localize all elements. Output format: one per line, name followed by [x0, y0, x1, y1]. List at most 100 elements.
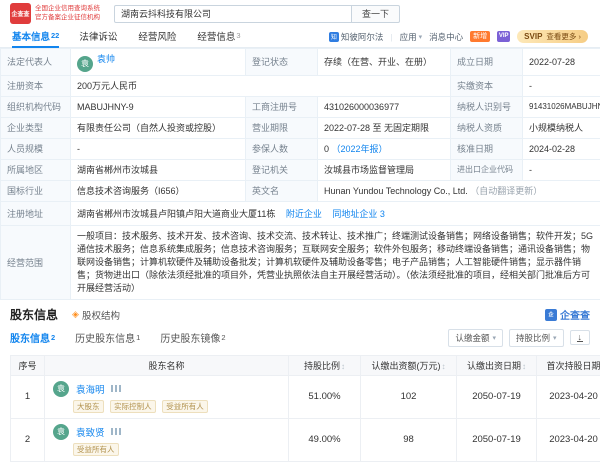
chevron-down-icon: ▾ — [552, 334, 557, 342]
field-value-reg-status: 存续（在营、开业、在册） — [317, 48, 451, 76]
filter-amount-button[interactable]: 认缴金额 ▾ — [448, 328, 503, 347]
tag-major-shareholder: 大股东 — [73, 399, 104, 413]
col-amount-label: 认缴出资额(万元) — [371, 360, 441, 371]
field-label-insured: 参保人数 — [245, 137, 318, 160]
tab-shareholders-current[interactable]: 股东信息2 — [10, 330, 55, 345]
tab-legal[interactable]: 法律诉讼 — [79, 26, 118, 48]
field-label-biz-term: 营业期限 — [245, 116, 318, 139]
tab-shareholders-history-label: 历史股东信息 — [75, 334, 136, 345]
legal-rep-avatar[interactable]: 袁 — [77, 55, 93, 72]
shareholder-avatar[interactable]: 袁 — [53, 423, 69, 440]
tab-basic-info-count: 22 — [51, 30, 60, 40]
tab-shareholders-mirror[interactable]: 历史股东镜像2 — [160, 330, 225, 345]
tag-beneficial-owner: 受益所有人 — [73, 442, 119, 456]
section-nav: 基本信息22 法律诉讼 经营风险 经营信息3 知 知彼阿尔法 | 应用 ▾ 消息… — [0, 26, 600, 48]
field-label-reg-status: 登记状态 — [245, 48, 318, 76]
tab-shareholders-history[interactable]: 历史股东信息1 — [75, 330, 140, 345]
en-name-text: Hunan Yundou Technology Co., Ltd. — [324, 186, 468, 196]
legal-rep-name-link[interactable]: 袁帅 — [97, 54, 115, 64]
shareholder-name-link[interactable]: 袁致贤 — [76, 425, 105, 439]
tab-risk[interactable]: 经营风险 — [138, 26, 177, 48]
qcc-logo-icon[interactable]: 企查查 — [10, 3, 31, 24]
en-name-note: （自动翻译更新） — [470, 186, 543, 196]
col-date-label: 认缴出资日期 — [466, 360, 521, 371]
filter-amount-label: 认缴金额 — [455, 332, 490, 343]
sort-icon[interactable]: ↕ — [442, 362, 446, 371]
col-amount[interactable]: 认缴出资额(万元)↕ — [360, 354, 457, 376]
field-label-reg-capital: 注册资本 — [0, 74, 71, 97]
field-label-scope: 经营范围 — [0, 224, 71, 300]
search-input[interactable] — [114, 4, 352, 23]
zhibi-alpha-link[interactable]: 知 知彼阿尔法 — [328, 31, 383, 43]
qcc-watermark: 企 企查查 — [545, 307, 590, 322]
brand-tagline: 全国企业信用查询系统 官方备案企业征信机构 — [35, 5, 100, 22]
field-value-scope: 一般项目：技术服务、技术开发、技术咨询、技术交流、技术转让、技术推广；终端测试设… — [70, 224, 600, 300]
field-label-tax-id: 纳税人识别号 — [450, 95, 523, 118]
sort-icon[interactable]: ↕ — [341, 362, 345, 371]
shareholder-row: 2 袁 袁致贤 受益所有人 49.00% 98 2050-07-19 2023-… — [10, 417, 600, 462]
field-value-reg-capital: 200万元人民币 — [70, 74, 451, 97]
zhibi-icon: 知 — [328, 31, 339, 42]
shareholder-avatar[interactable]: 袁 — [53, 380, 69, 397]
sort-icon[interactable]: ↕ — [522, 362, 526, 371]
field-value-tax-qual: 小规模纳税人 — [522, 116, 600, 139]
insured-annual-report-link[interactable]: （2022年报） — [332, 144, 388, 154]
col-ratio[interactable]: 持股比例↕ — [288, 354, 361, 376]
message-center-link[interactable]: 消息中心 — [429, 31, 463, 43]
col-first-date: 首次持股日期 — [536, 354, 600, 376]
shareholders-section: 股东信息 ◈ 股权结构 企 企查查 股东信息2 历史股东信息1 历史股东镜像2 … — [0, 300, 600, 462]
col-name: 股东名称 — [44, 354, 289, 376]
svip-more-label: 查看更多 › — [546, 32, 581, 41]
company-info-table: 法定代表人 袁袁帅 登记状态 存续（在营、开业、在册） 成立日期 2022-07… — [0, 48, 600, 300]
field-label-industry: 国标行业 — [0, 179, 71, 202]
shareholder-first-date: 2023-04-20 — [536, 374, 600, 419]
new-badge: 新增 — [470, 31, 491, 42]
field-value-insured: 0 （2022年报） — [317, 137, 451, 160]
apps-label: 应用 — [399, 31, 417, 42]
shareholder-name-link[interactable]: 袁海明 — [76, 382, 105, 396]
field-value-biz-reg-no: 431026000036977 — [317, 95, 451, 118]
business-scope-text: 一般项目：技术服务、技术开发、技术咨询、技术交流、技术转让、技术推广；终端测试设… — [77, 230, 594, 293]
qcc-watermark-icon: 企 — [545, 308, 557, 321]
filter-ratio-label: 持股比例 — [515, 332, 550, 343]
field-label-address: 注册地址 — [0, 200, 71, 226]
field-value-biz-term: 2022-07-28 至 无固定期限 — [317, 116, 451, 139]
field-value-tax-id: 91431026MABUJHNY9P — [522, 95, 600, 118]
field-label-region: 所属地区 — [0, 158, 71, 181]
equity-chart-icon[interactable] — [110, 385, 121, 392]
tab-shareholders-history-count: 1 — [136, 333, 141, 342]
apps-menu[interactable]: 应用 ▾ — [400, 31, 423, 43]
same-address-companies-link[interactable]: 同地址企业 3 — [332, 209, 385, 219]
col-date[interactable]: 认缴出资日期↕ — [456, 354, 537, 376]
vip-icon[interactable]: VIP — [497, 31, 511, 42]
filter-ratio-button[interactable]: 持股比例 ▾ — [508, 328, 564, 347]
field-label-company-type: 企业类型 — [0, 116, 71, 139]
field-label-legal-rep: 法定代表人 — [0, 48, 71, 76]
col-no: 序号 — [10, 354, 45, 376]
equity-structure-label: 股权结构 — [81, 310, 120, 322]
field-value-est-date: 2022-07-28 — [522, 48, 600, 76]
tab-basic-info[interactable]: 基本信息22 — [12, 26, 60, 48]
qcc-watermark-text: 企查查 — [560, 311, 590, 322]
equity-structure-link[interactable]: ◈ 股权结构 — [72, 308, 120, 322]
tab-shareholders-current-label: 股东信息 — [10, 334, 50, 345]
field-label-authority: 登记机关 — [245, 158, 318, 181]
nearby-companies-link[interactable]: 附近企业 — [286, 209, 322, 219]
field-label-ie-code: 进出口企业代码 — [450, 158, 523, 181]
export-button[interactable]: ↓ — [569, 330, 590, 345]
field-label-tax-qual: 纳税人资质 — [450, 116, 523, 139]
shareholders-header: 股东信息 ◈ 股权结构 企 企查查 — [10, 305, 590, 325]
field-label-est-date: 成立日期 — [450, 48, 523, 76]
svip-banner[interactable]: SVIP 查看更多 › — [517, 30, 588, 43]
chevron-down-icon: ▾ — [418, 33, 423, 41]
download-icon: ↓ — [576, 332, 583, 342]
shareholder-date: 2050-07-19 — [456, 374, 537, 419]
search-button[interactable]: 查一下 — [352, 4, 401, 23]
equity-chart-icon[interactable] — [110, 428, 121, 435]
address-text: 湖南省郴州市汝城县卢阳镇卢阳大道商业大厦11栋 — [77, 208, 276, 219]
field-value-legal-rep: 袁袁帅 — [70, 48, 246, 76]
shareholders-title: 股东信息 — [10, 308, 59, 322]
tab-basic-info-label: 基本信息 — [12, 31, 51, 43]
field-value-org-code: MABUJHNY-9 — [70, 95, 246, 118]
tab-operating-info[interactable]: 经营信息3 — [197, 26, 240, 48]
